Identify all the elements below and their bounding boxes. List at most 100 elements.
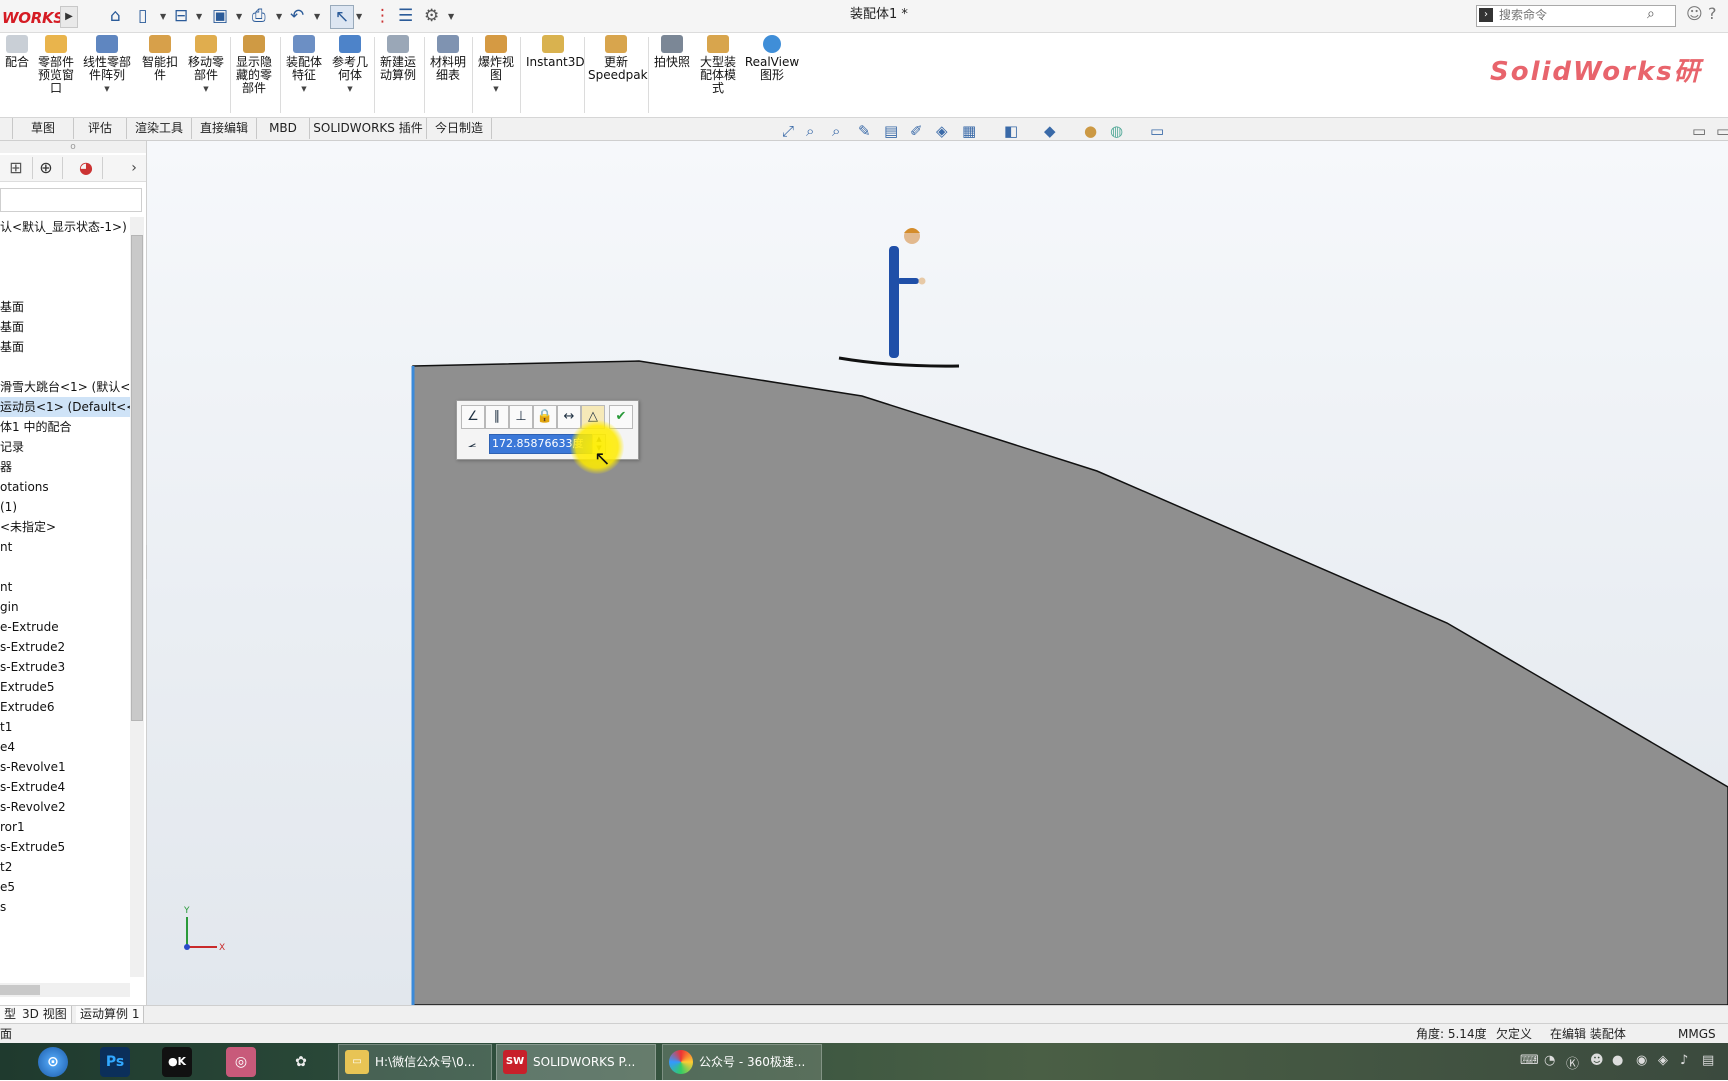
tree-item[interactable]: s-Extrude3 [0, 657, 130, 677]
tab-mbd[interactable]: MBD [257, 118, 310, 139]
search-command-box[interactable]: › ⌕ [1476, 5, 1676, 27]
edit-appearance-icon[interactable]: ◆ [1044, 122, 1056, 140]
file-properties-icon[interactable]: ☰ [398, 5, 413, 27]
options-dropdown-icon[interactable]: ▼ [448, 5, 454, 27]
tree-item[interactable]: 记录 [0, 437, 130, 457]
tab-sketch[interactable]: 草图 [13, 118, 74, 139]
menu-expand-arrow[interactable]: ▶ [60, 6, 78, 28]
move-component-button[interactable]: 移动零部件 ▼ [186, 35, 226, 96]
apply-scene-icon[interactable]: ● [1084, 122, 1097, 140]
tree-item[interactable]: otations [0, 477, 130, 497]
parallel-icon[interactable]: ∥ [485, 405, 509, 429]
tree-item[interactable]: t2 [0, 857, 130, 877]
user-account-icon[interactable]: ☺ [1686, 4, 1703, 23]
configuration-manager-icon[interactable]: ⊞ [0, 157, 33, 179]
solidworks-logo[interactable]: WORKS [0, 0, 64, 32]
distance-icon[interactable]: ↔ [557, 405, 581, 429]
view-settings-icon[interactable]: ✐ [910, 122, 923, 140]
assembly-feature-button[interactable]: 装配体特征 ▼ [284, 35, 324, 96]
tab-today-manufacturing[interactable]: 今日制造 [427, 118, 492, 139]
tray-record-icon[interactable]: ● [1612, 1053, 1623, 1068]
tree-item[interactable] [0, 557, 130, 577]
perpendicular-icon[interactable]: ⊥ [509, 405, 533, 429]
tree-item[interactable]: t1 [0, 717, 130, 737]
dynamic-annotation-icon[interactable]: ▤ [884, 122, 898, 140]
tree-item[interactable]: Extrude6 [0, 697, 130, 717]
tree-item[interactable]: s-Extrude2 [0, 637, 130, 657]
select-cursor-icon[interactable]: ↖ [330, 5, 354, 29]
tree-item[interactable]: nt [0, 537, 130, 557]
tree-item[interactable] [0, 257, 130, 277]
graphics-viewport[interactable]: Y X [147, 141, 1728, 1005]
tray-sw-icon[interactable]: ◉ [1636, 1053, 1647, 1068]
bom-button[interactable]: 材料明细表 [428, 35, 468, 82]
zoom-to-area-icon[interactable]: ⌕ [806, 122, 814, 140]
tree-item[interactable]: e5 [0, 877, 130, 897]
tree-item[interactable]: <未指定> [0, 517, 130, 537]
open-folder-icon[interactable]: ⊟ [174, 5, 188, 27]
tree-item[interactable]: (1) [0, 497, 130, 517]
tree-item[interactable] [0, 277, 130, 297]
tree-item[interactable]: e-Extrude [0, 617, 130, 637]
tree-item[interactable]: gin [0, 597, 130, 617]
search-icon[interactable]: ⌕ [1647, 6, 1655, 22]
network-icon[interactable]: ▤ [1702, 1053, 1714, 1068]
tree-item[interactable]: s-Revolve1 [0, 757, 130, 777]
tree-horizontal-scrollbar[interactable] [0, 983, 130, 997]
panel-grip[interactable]: o [0, 141, 146, 153]
tree-item[interactable]: 运动员<1> (Default<<D [0, 397, 130, 417]
tree-item[interactable] [0, 237, 130, 257]
tree-item[interactable]: 基面 [0, 317, 130, 337]
taskbar-explorer[interactable]: ▭ H:\微信公众号\0... [338, 1044, 492, 1081]
select-dropdown-icon[interactable]: ▼ [356, 5, 362, 27]
tree-item[interactable]: 体1 中的配合 [0, 417, 130, 437]
windows-orb-icon[interactable]: ⊙ [38, 1047, 68, 1077]
tab-hidden-left[interactable] [0, 118, 13, 139]
skier-figure[interactable] [838, 228, 960, 368]
component-preview-button[interactable]: 零部件预览窗口 [36, 35, 76, 95]
tree-item[interactable]: nt [0, 577, 130, 597]
dimxpert-icon[interactable]: ⊕ [30, 157, 63, 179]
save-dropdown-icon[interactable]: ▼ [236, 5, 242, 27]
keyboard-icon[interactable]: ⌨ [1520, 1053, 1539, 1068]
ev-recorder-icon[interactable]: ●K [162, 1047, 192, 1077]
hscrollbar-thumb[interactable] [0, 985, 40, 995]
assembly-feature-dropdown-icon[interactable]: ▼ [284, 83, 324, 96]
view-orientation-icon[interactable]: ◈ [936, 122, 948, 140]
tree-item[interactable]: 器 [0, 457, 130, 477]
instant3d-button[interactable]: Instant3D [526, 35, 585, 69]
tree-item[interactable]: s [0, 897, 130, 917]
tree-item[interactable]: 认<默认_显示状态-1>) [0, 217, 130, 237]
tab-motion-study-1[interactable]: 运动算例 1 [76, 1006, 145, 1023]
linear-pattern-button[interactable]: 线性零部件阵列 ▼ [82, 35, 132, 96]
search-input[interactable] [1499, 7, 1643, 23]
tree-vertical-scrollbar[interactable] [130, 217, 144, 977]
section-view-icon[interactable]: ✎ [858, 122, 871, 140]
hide-show-items-icon[interactable]: ◧ [1004, 122, 1018, 140]
volume-icon[interactable]: ♪ [1680, 1053, 1688, 1068]
update-speedpak-button[interactable]: 更新Speedpak [588, 35, 648, 82]
new-motion-study-button[interactable]: 新建运动算例 [378, 35, 418, 82]
tab-solidworks-addins[interactable]: SOLIDWORKS 插件 [310, 118, 427, 139]
tree-item[interactable]: 滑雪大跳台<1> (默认<< [0, 377, 130, 397]
scrollbar-thumb[interactable] [131, 235, 143, 721]
previous-view-icon[interactable]: ⌕ [832, 122, 840, 140]
zoom-to-fit-icon[interactable]: ⤢ [782, 122, 794, 140]
new-document-icon[interactable]: ▯ [138, 5, 147, 27]
new-dropdown-icon[interactable]: ▼ [160, 5, 166, 27]
app-icon[interactable]: ◎ [226, 1047, 256, 1077]
display-style-icon[interactable]: ▦ [962, 122, 976, 140]
tree-item[interactable]: 基面 [0, 337, 130, 357]
scene-icon[interactable]: ◍ [1110, 122, 1123, 140]
tree-item[interactable]: s-Revolve2 [0, 797, 130, 817]
maximize-pane-icon[interactable]: ▭ [1716, 122, 1728, 140]
tray-shield-icon[interactable]: ◈ [1658, 1053, 1668, 1068]
tray-k-icon[interactable]: Ⓚ [1566, 1053, 1579, 1072]
exploded-view-dropdown-icon[interactable]: ▼ [476, 83, 516, 96]
restore-pane-icon[interactable]: ▭ [1692, 122, 1706, 140]
view-setting-monitor-icon[interactable]: ▭ [1150, 122, 1164, 140]
linear-pattern-dropdown-icon[interactable]: ▼ [82, 83, 132, 96]
tab-render-tools[interactable]: 渲染工具 [127, 118, 192, 139]
tree-filter-box[interactable] [0, 188, 142, 212]
tree-item[interactable] [0, 357, 130, 377]
